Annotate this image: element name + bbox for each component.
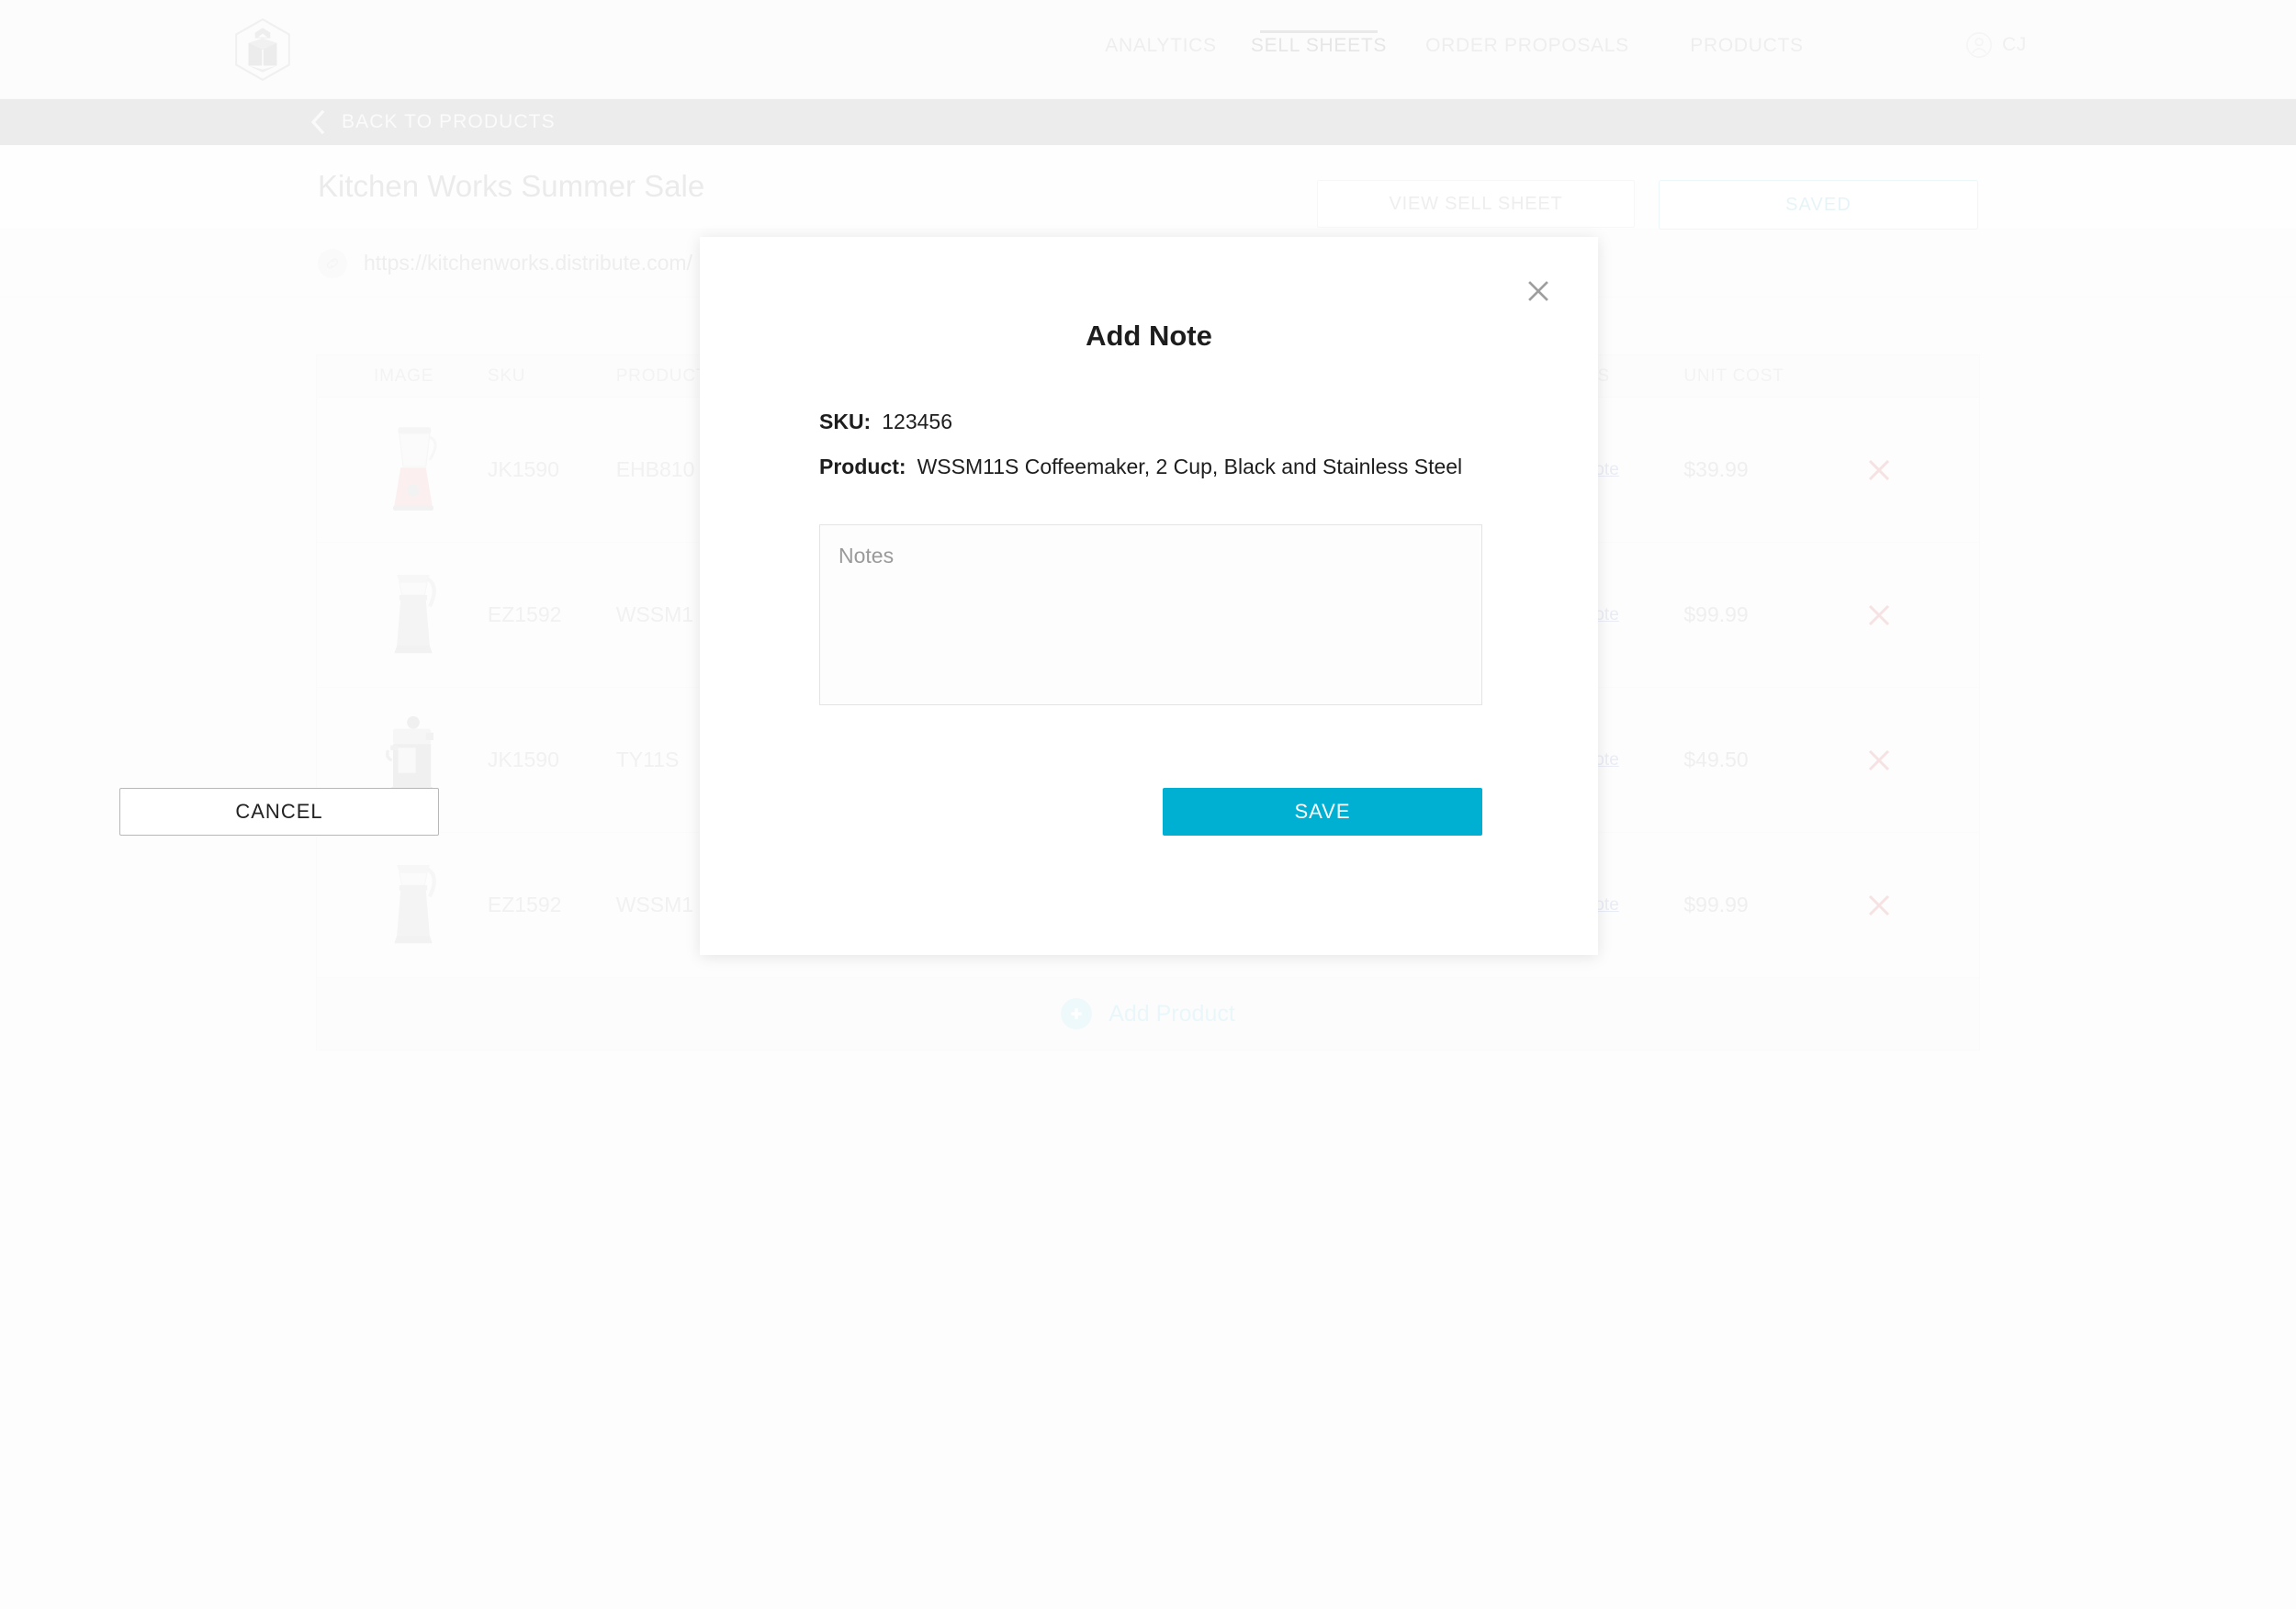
add-note-modal: Add Note SKU: 123456 Product: WSSM11S Coff… [700,237,1598,955]
save-label: SAVE [1294,800,1351,823]
cancel-button[interactable]: CANCEL [119,788,439,836]
notes-input[interactable]: Notes [819,524,1482,705]
modal-sku-label: SKU: [819,410,872,433]
cancel-label: CANCEL [235,800,323,823]
modal-product-row: Product: WSSM11S Coffeemaker, 2 Cup, Blac… [819,455,1462,479]
modal-close-button[interactable] [1523,275,1554,307]
modal-sku-value: 123456 [882,410,952,433]
notes-placeholder: Notes [838,544,895,567]
modal-product-value: WSSM11S Coffeemaker, 2 Cup, Black and St… [917,455,1463,478]
app-root: ANALYTICS SELL SHEETS ORDER PROPOSALS PR… [0,0,2296,1618]
modal-sku-row: SKU: 123456 [819,410,952,434]
save-button[interactable]: SAVE [1163,788,1482,836]
modal-product-label: Product: [819,455,906,478]
modal-title: Add Note [1086,320,1212,352]
close-x-icon [1528,281,1548,301]
